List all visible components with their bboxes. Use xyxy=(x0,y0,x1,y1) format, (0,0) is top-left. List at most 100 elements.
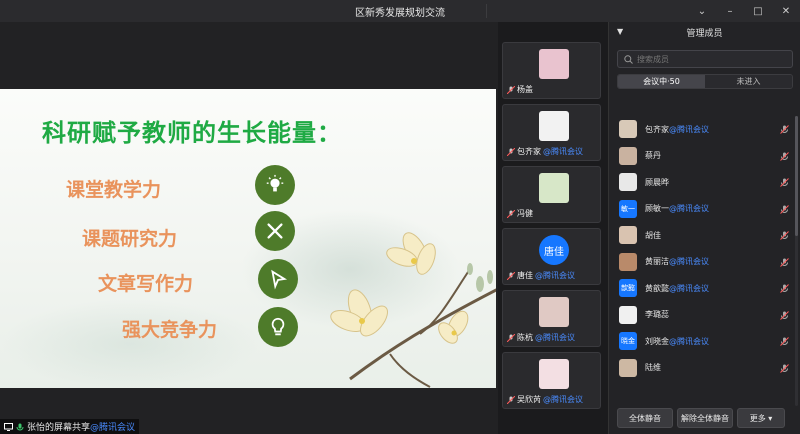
member-name: 黄丽洁 xyxy=(645,257,669,267)
title-bar: 区新秀发展规划交流 ⌄ – □ ✕ xyxy=(0,0,800,22)
member-tag: @腾讯会议 xyxy=(669,336,709,346)
mic-muted-icon xyxy=(507,209,515,218)
video-tile[interactable]: 冯健 xyxy=(502,166,601,223)
video-strip: 杨盖 包齐家 @腾讯会议 冯健 唐佳 唐佳 @腾讯会议 陈杭 @腾讯会议 吴欣芮… xyxy=(498,22,608,434)
member-row[interactable]: 蔡丹 xyxy=(609,143,800,170)
member-tag: @腾讯会议 xyxy=(669,283,709,293)
mute-all-button[interactable]: 全体静音 xyxy=(617,408,673,428)
member-name: 陆维 xyxy=(645,363,661,373)
member-row[interactable]: 李璐蕊 xyxy=(609,302,800,329)
member-row[interactable]: 晓金 刘晓金 @腾讯会议 xyxy=(609,328,800,355)
member-name: 胡佳 xyxy=(645,230,661,240)
mic-muted-icon[interactable] xyxy=(780,231,789,240)
member-name: 李璐蕊 xyxy=(645,310,669,320)
unmute-all-button[interactable]: 解除全体静音 xyxy=(677,408,733,428)
maximize-button[interactable]: □ xyxy=(744,0,772,22)
participant-name: 杨盖 xyxy=(517,85,533,94)
tile-label: 陈杭 @腾讯会议 xyxy=(507,332,575,343)
skill-label: 强大竞争力 xyxy=(122,319,218,341)
video-tile[interactable]: 杨盖 xyxy=(502,42,601,99)
video-tile[interactable]: 陈杭 @腾讯会议 xyxy=(502,290,601,347)
tile-label: 包齐家 @腾讯会议 xyxy=(507,146,583,157)
panel-header: ▼ 管理成员 xyxy=(609,22,800,42)
avatar xyxy=(539,173,569,203)
magnolia-illustration xyxy=(330,232,496,388)
participant-name: 包齐家 xyxy=(517,147,541,156)
tile-label: 冯健 xyxy=(507,208,535,219)
member-row[interactable]: 黄丽洁 @腾讯会议 xyxy=(609,249,800,276)
participant-name: 陈杭 xyxy=(517,333,533,342)
avatar xyxy=(619,252,637,271)
more-button[interactable]: 更多 ▾ xyxy=(737,408,785,428)
member-row[interactable]: 包齐家 @腾讯会议 xyxy=(609,116,800,143)
participant-tag: @腾讯会议 xyxy=(543,147,583,156)
screen-share-area[interactable]: 科研赋予教师的生长能量： 课堂教学力 课题研究力 文章写作力 强大竞争力 张怡的… xyxy=(0,22,498,434)
participant-name: 唐佳 xyxy=(517,271,533,280)
mic-muted-icon xyxy=(507,395,515,404)
avatar xyxy=(619,120,637,139)
sharer-tag: @腾讯会议 xyxy=(90,423,136,433)
collapse-caret-icon[interactable]: ▼ xyxy=(617,27,623,36)
member-name: 蔡丹 xyxy=(645,151,661,161)
skill-label: 文章写作力 xyxy=(98,273,194,295)
member-name: 刘晓金 xyxy=(645,336,669,346)
meeting-window: 区新秀发展规划交流 ⌄ – □ ✕ 科研赋予教师的生长能量： 课堂教学力 课题研… xyxy=(0,0,800,434)
avatar xyxy=(619,226,637,245)
slide-title: 科研赋予教师的生长能量： xyxy=(42,119,342,147)
mic-muted-icon[interactable] xyxy=(780,204,789,214)
tab-in-meeting[interactable]: 会议中·50 xyxy=(618,75,705,88)
member-tag: @腾讯会议 xyxy=(669,204,709,214)
mic-muted-icon[interactable] xyxy=(780,363,789,373)
mic-muted-icon[interactable] xyxy=(780,257,789,267)
lightbulb-icon xyxy=(255,165,295,205)
collapse-icon[interactable]: ⌄ xyxy=(688,0,716,22)
avatar xyxy=(619,358,637,377)
member-row[interactable]: 敏一 顾敏一 @腾讯会议 xyxy=(609,196,800,223)
avatar xyxy=(619,173,637,192)
cursor-icon xyxy=(258,259,298,299)
member-row[interactable]: 陆维 xyxy=(609,355,800,382)
close-button[interactable]: ✕ xyxy=(772,0,800,22)
skill-label: 课堂教学力 xyxy=(66,179,162,201)
video-tile[interactable]: 唐佳 唐佳 @腾讯会议 xyxy=(502,228,601,285)
member-list: 包齐家 @腾讯会议 蔡丹 顾晨晔 敏一 顾敏一 @腾讯会议 胡佳 黄丽洁 @腾讯会议 歆懿 黄歆懿 @腾… xyxy=(609,116,800,381)
tab-not-joined[interactable]: 未进入 xyxy=(705,75,792,88)
sharer-name: 张怡的屏幕共享 xyxy=(27,423,91,433)
avatar: 晓金 xyxy=(619,332,637,351)
tile-label: 杨盖 xyxy=(507,84,535,95)
member-row[interactable]: 歆懿 黄歆懿 @腾讯会议 xyxy=(609,275,800,302)
idea-bulb-icon xyxy=(258,307,298,347)
mic-muted-icon[interactable] xyxy=(780,284,789,293)
video-tile[interactable]: 包齐家 @腾讯会议 xyxy=(502,104,601,161)
member-row[interactable]: 胡佳 xyxy=(609,222,800,249)
ink-wash xyxy=(0,299,260,388)
member-search[interactable] xyxy=(617,50,793,68)
participant-tag: @腾讯会议 xyxy=(543,395,583,404)
minimize-button[interactable]: – xyxy=(716,0,744,22)
tile-label: 唐佳 @腾讯会议 xyxy=(507,270,575,281)
mic-muted-icon[interactable] xyxy=(780,151,789,161)
title-separator xyxy=(486,4,487,18)
avatar: 歆懿 xyxy=(619,279,637,298)
member-scrollbar[interactable] xyxy=(795,116,798,406)
avatar xyxy=(539,111,569,141)
search-input[interactable] xyxy=(637,54,787,64)
member-row[interactable]: 顾晨晔 xyxy=(609,169,800,196)
panel-footer: 全体静音 解除全体静音 更多 ▾ xyxy=(609,402,800,434)
member-tag: @腾讯会议 xyxy=(669,257,709,267)
window-controls: ⌄ – □ ✕ xyxy=(688,0,800,22)
mic-muted-icon xyxy=(507,333,515,342)
avatar xyxy=(619,305,637,324)
member-name: 顾敏一 xyxy=(645,204,669,214)
participant-tag: @腾讯会议 xyxy=(535,271,575,280)
mic-muted-icon[interactable] xyxy=(780,178,789,187)
mic-muted-icon[interactable] xyxy=(780,125,789,134)
shared-slide: 科研赋予教师的生长能量： 课堂教学力 课题研究力 文章写作力 强大竞争力 xyxy=(0,89,496,388)
mic-active-icon xyxy=(16,423,24,430)
video-tile[interactable]: 吴欣芮 @腾讯会议 xyxy=(502,352,601,409)
avatar xyxy=(619,146,637,165)
scrollbar-thumb[interactable] xyxy=(795,116,798,236)
member-name: 包齐家 xyxy=(645,124,669,134)
mic-muted-icon[interactable] xyxy=(780,310,789,320)
mic-muted-icon[interactable] xyxy=(780,337,789,346)
